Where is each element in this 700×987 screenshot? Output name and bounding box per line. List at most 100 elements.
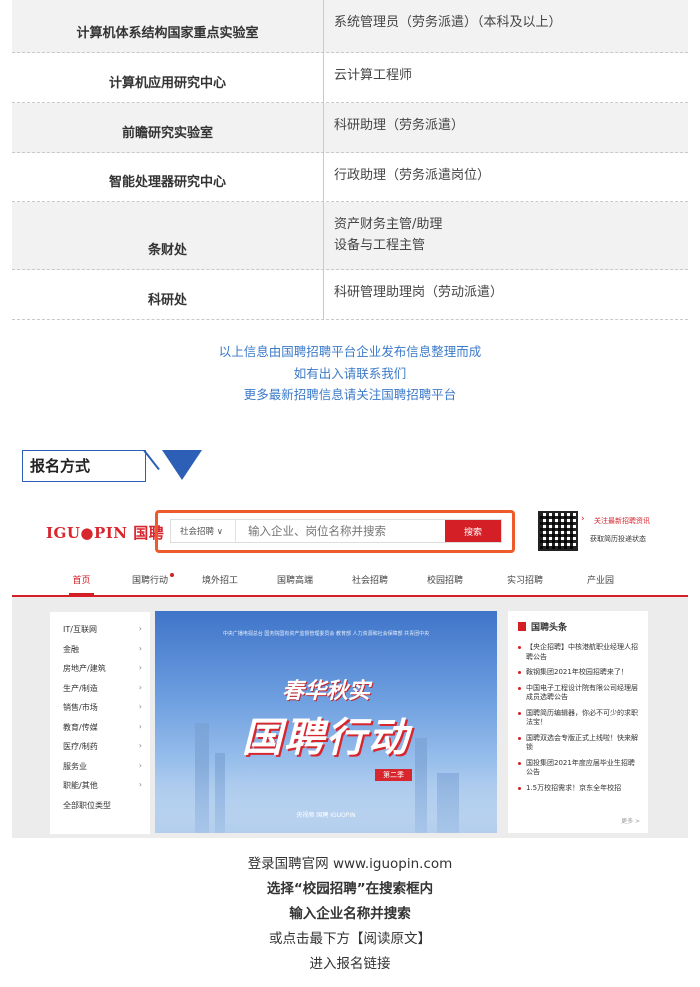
chevron-right-icon: › <box>138 721 142 731</box>
section-header: 报名方式 <box>22 450 202 482</box>
chevron-right-icon: › <box>138 643 142 653</box>
chevron-right-icon: › <box>138 682 142 692</box>
chevron-right-icon: › <box>138 663 142 672</box>
position-cell: 行政助理（劳务派遣岗位） <box>323 153 688 201</box>
triangle-icon <box>162 450 202 480</box>
dept-cell: 前瞻研究实验室 <box>121 126 213 141</box>
table-row: 科研处 科研管理助理岗（劳动派遣） <box>12 270 688 320</box>
news-item[interactable]: 【央企招聘】中核港航职业经理人招聘公告 <box>518 643 640 662</box>
category-label: 销售/市场 <box>63 703 98 712</box>
news-item[interactable]: 1.5万校招需求！京东全年校招 <box>518 784 640 794</box>
website-screenshot: IGU●PIN 国聘 社会招聘 ∨ 搜索 › 关注最新招聘资讯 获取简历投递状态… <box>12 496 688 838</box>
instruction-line: 输入企业名称并搜索 <box>289 906 411 922</box>
note-line: 以上信息由国聘招聘平台企业发布信息整理而成 <box>218 344 482 359</box>
nav-home[interactable]: 首页 <box>69 569 94 595</box>
notification-dot-icon <box>170 573 174 577</box>
instruction-line: 或点击最下方【阅读原文】 <box>269 931 431 947</box>
nav-overseas[interactable]: 境外招工 <box>200 569 240 595</box>
category-label: 全部职位类型 <box>63 800 111 810</box>
chevron-right-icon: › <box>138 780 142 789</box>
news-item[interactable]: 国投集团2021年度应届毕业生招聘公告 <box>518 759 640 778</box>
main-nav: 首页 国聘行动 境外招工 国聘高端 社会招聘 校园招聘 实习招聘 产业园 <box>12 569 688 597</box>
qr-caption: 关注最新招聘资讯 <box>594 517 650 525</box>
category-label: 服务业 <box>63 761 87 771</box>
table-row: 条财处 资产财务主管/助理 设备与工程主管 <box>12 202 688 270</box>
table-row: 智能处理器研究中心 行政助理（劳务派遣岗位） <box>12 153 688 202</box>
banner-subtitle: 春华秋实 <box>281 679 370 704</box>
category-item[interactable]: IT/互联网 › <box>63 624 150 644</box>
news-item[interactable]: 鞍钢集团2021年校园招聘来了！ <box>518 668 640 678</box>
category-label: 金融 <box>63 644 79 654</box>
category-label: 房地产/建筑 <box>63 664 106 673</box>
banner-season-tag: 第二季 <box>375 769 412 781</box>
banner-cityscape <box>155 763 497 833</box>
section-title: 报名方式 <box>30 457 91 475</box>
table-row: 前瞻研究实验室 科研助理（劳务派遣） <box>12 103 688 153</box>
more-link[interactable]: 更多 > <box>621 816 640 825</box>
headline-panel: 国聘头条 【央企招聘】中核港航职业经理人招聘公告 鞍钢集团2021年校园招聘来了… <box>508 611 648 833</box>
instruction-line: 登录国聘官网 www.iguopin.com <box>247 856 453 872</box>
position-cell: 科研管理助理岗（劳动派遣） <box>323 270 688 319</box>
nav-intern-recruit[interactable]: 实习招聘 <box>505 569 545 595</box>
table-row: 计算机体系结构国家重点实验室 系统管理员（劳务派遣）（本科及以上） <box>12 0 688 53</box>
position-cell: 资产财务主管/助理 设备与工程主管 <box>323 202 688 269</box>
qr-caption: 获取简历投递状态 <box>590 535 646 543</box>
category-label: IT/互联网 <box>63 625 97 634</box>
nav-industrial-park[interactable]: 产业园 <box>583 569 618 595</box>
nav-guopin-action[interactable]: 国聘行动 <box>130 569 170 595</box>
position-cell: 科研助理（劳务派遣） <box>323 103 688 152</box>
position-text: 设备与工程主管 <box>334 238 426 253</box>
section-divider <box>143 450 160 470</box>
instructions: 登录国聘官网 www.iguopin.com 选择“校园招聘”在搜索框内 输入企… <box>0 852 700 977</box>
news-item[interactable]: 国聘简历编辑器，你必不可少的求职法宝！ <box>518 709 640 728</box>
category-item[interactable]: 医疗/制药 › <box>63 741 150 761</box>
site-header: IGU●PIN 国聘 社会招聘 ∨ 搜索 › 关注最新招聘资讯 获取简历投递状态 <box>12 496 688 566</box>
position-text: 行政助理（劳务派遣岗位） <box>334 168 491 183</box>
category-item[interactable]: 生产/制造 › <box>63 683 150 703</box>
position-text: 科研助理（劳务派遣） <box>334 118 465 133</box>
dept-cell: 智能处理器研究中心 <box>108 175 226 190</box>
news-item[interactable]: 国聘双选会专版正式上线啦！快来解锁 <box>518 734 640 753</box>
headline-title: 国聘头条 <box>518 620 640 633</box>
nav-highend[interactable]: 国聘高端 <box>275 569 315 595</box>
dept-cell: 科研处 <box>147 293 187 308</box>
position-text: 资产财务主管/助理 <box>334 217 443 232</box>
promo-banner[interactable]: 中央广播电视总台 国务院国有资产监督管理委员会 教育部 人力资源和社会保障部 共… <box>155 611 497 833</box>
category-item[interactable]: 职能/其他 › <box>63 780 150 800</box>
category-item[interactable]: 服务业 › <box>63 761 150 781</box>
position-cell: 系统管理员（劳务派遣）（本科及以上） <box>323 0 688 52</box>
job-table: 计算机体系结构国家重点实验室 系统管理员（劳务派遣）（本科及以上） 计算机应用研… <box>12 0 688 320</box>
instruction-line: 进入报名链接 <box>309 956 391 972</box>
position-text: 科研管理助理岗（劳动派遣） <box>334 285 504 300</box>
category-item[interactable]: 金融 › <box>63 644 150 664</box>
search-button[interactable]: 搜索 <box>445 520 501 542</box>
chevron-right-icon: › <box>138 624 142 633</box>
banner-title: 国聘行动 <box>242 715 410 761</box>
category-item[interactable]: 全部职位类型 <box>63 800 150 820</box>
site-body: IT/互联网 › 金融 › 房地产/建筑 › 生产/制造 › 销售/市场 › 教育/传媒 ›… <box>12 597 688 838</box>
logo[interactable]: IGU●PIN 国聘 <box>46 522 164 543</box>
category-item[interactable]: 销售/市场 › <box>63 702 150 722</box>
position-text: 系统管理员（劳务派遣）（本科及以上） <box>334 15 562 30</box>
instruction-line: 选择“校园招聘”在搜索框内 <box>266 881 434 897</box>
note-line: 更多最新招聘信息请关注国聘招聘平台 <box>243 387 457 402</box>
category-label: 教育/传媒 <box>63 722 98 732</box>
position-cell: 云计算工程师 <box>323 53 688 102</box>
news-icon <box>518 622 526 631</box>
banner-organizers: 中央广播电视总台 国务院国有资产监督管理委员会 教育部 人力资源和社会保障部 共… <box>222 631 430 637</box>
headline-title-text: 国聘头条 <box>531 623 568 633</box>
source-note: 以上信息由国聘招聘平台企业发布信息整理而成 如有出入请联系我们 更多最新招聘信息… <box>0 341 700 406</box>
nav-campus-recruit[interactable]: 校园招聘 <box>425 569 465 595</box>
chevron-right-icon: › <box>138 702 142 711</box>
category-item[interactable]: 房地产/建筑 › <box>63 663 150 683</box>
search-input[interactable] <box>236 520 445 542</box>
search-category-select[interactable]: 社会招聘 ∨ <box>171 520 236 542</box>
category-item[interactable]: 教育/传媒 › <box>63 722 150 742</box>
category-label: 生产/制造 <box>63 683 98 693</box>
search-bar: 社会招聘 ∨ 搜索 <box>170 519 502 543</box>
dept-cell: 条财处 <box>147 243 187 258</box>
note-line: 如有出入请联系我们 <box>293 365 407 381</box>
dept-cell: 计算机应用研究中心 <box>108 76 226 91</box>
nav-social-recruit[interactable]: 社会招聘 <box>350 569 390 595</box>
news-item[interactable]: 中国电子工程设计院有限公司经理层成员选聘公告 <box>518 684 640 703</box>
